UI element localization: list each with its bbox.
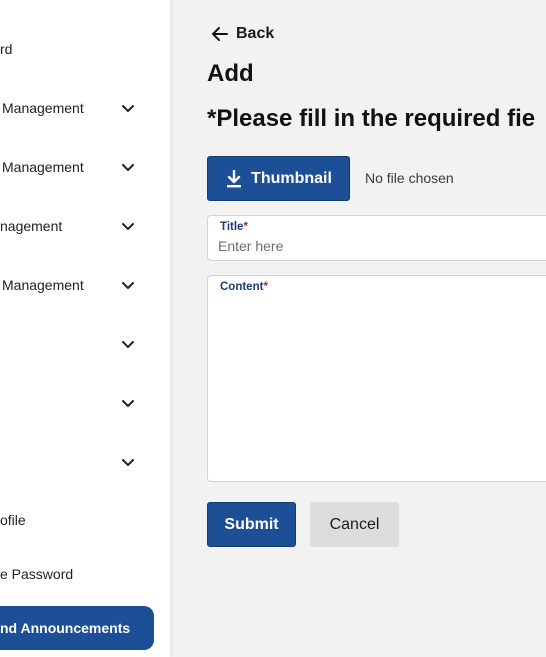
sidebar-item-profile[interactable]: ofile [0,500,170,540]
sidebar-item-label: rd [0,41,13,57]
content-field-label: Content* [220,281,268,293]
required-mark: * [263,281,268,293]
required-mark: * [243,221,248,233]
required-fields-notice: *Please fill in the required fie [207,105,536,132]
content-textarea[interactable] [218,300,538,476]
sidebar-item-dashboard[interactable]: rd [0,29,170,69]
sidebar-item-management-4[interactable]: Management [0,265,170,305]
sidebar-item-label: Management [2,100,84,116]
sidebar-item-group-6[interactable] [0,383,170,423]
title-field-label: Title* [220,221,248,233]
chevron-down-icon [122,282,134,289]
sidebar-item-group-5[interactable] [0,324,170,364]
sidebar-item-label: ofile [0,512,26,528]
sidebar-item-change-password[interactable]: e Password [0,554,170,594]
thumbnail-upload-button[interactable]: Thumbnail [207,156,350,201]
submit-button[interactable]: Submit [207,502,296,547]
sidebar-item-label: nd Announcements [0,620,131,636]
sidebar-item-management-1[interactable]: Management [0,88,170,128]
chevron-down-icon [122,105,134,112]
back-link[interactable]: Back [210,22,274,46]
page-title: Add [207,60,254,87]
chevron-down-icon [122,459,134,466]
sidebar-item-label: Management [2,159,84,175]
thumbnail-button-label: Thumbnail [251,169,332,187]
chevron-down-icon [122,223,134,230]
sidebar-item-announcements[interactable]: nd Announcements [0,606,154,650]
sidebar-item-group-7[interactable] [0,442,170,482]
cancel-button[interactable]: Cancel [310,502,399,547]
sidebar-item-label: e Password [0,566,74,582]
main-content: Back Add *Please fill in the required fi… [170,0,546,657]
sidebar-item-management-2[interactable]: Management [0,147,170,187]
chevron-down-icon [122,164,134,171]
sidebar-item-label: nagement [0,218,63,234]
title-input[interactable] [218,236,538,256]
arrow-left-icon [212,27,228,41]
content-field: Content* [207,275,546,482]
title-field: Title* [207,215,546,261]
file-status-text: No file chosen [365,170,454,186]
sidebar-item-management-3[interactable]: nagement [0,206,170,246]
back-label: Back [236,25,275,42]
chevron-down-icon [122,400,134,407]
download-icon [227,169,242,187]
sidebar-item-label: Management [2,277,84,293]
sidebar: rd Management Management nagement Manage… [0,0,170,657]
chevron-down-icon [122,341,134,348]
